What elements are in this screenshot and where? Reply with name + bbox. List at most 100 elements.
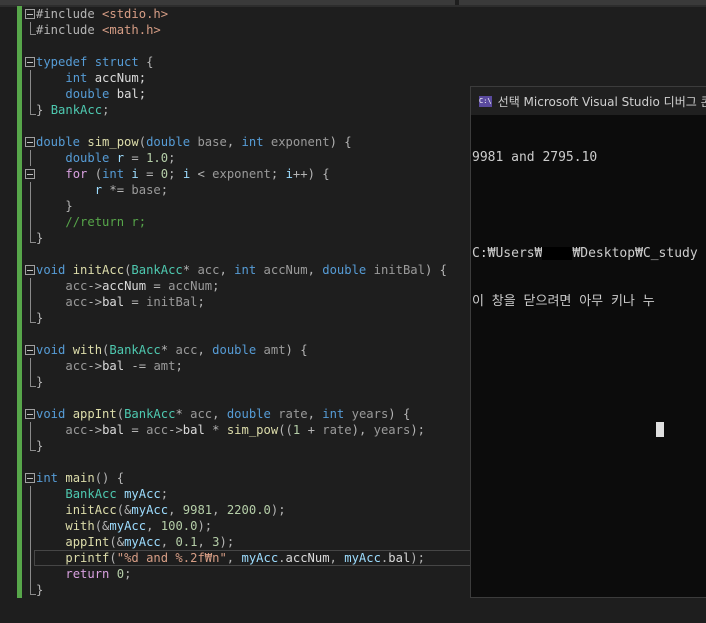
- code-token: double: [146, 135, 198, 149]
- code-token: BankAcc: [50, 103, 103, 117]
- tab-separator: [455, 0, 459, 5]
- code-token: bal: [388, 551, 411, 565]
- code-token: );: [197, 519, 213, 533]
- code-text: with(&myAcc, 100.0);: [36, 518, 212, 534]
- code-text: } BankAcc;: [36, 102, 109, 118]
- code-token: (&: [116, 503, 132, 517]
- fold-guide: [30, 566, 31, 582]
- code-line[interactable]: #include <math.h>: [0, 22, 706, 38]
- code-token: 2200.0: [226, 503, 271, 517]
- code-token: ;: [270, 167, 286, 181]
- code-token: rate: [278, 407, 308, 421]
- code-token: -=: [124, 359, 154, 373]
- code-token: ;: [212, 279, 220, 293]
- code-token: (: [109, 551, 117, 565]
- code-token: acc: [65, 295, 88, 309]
- code-line[interactable]: typedef struct {: [0, 54, 706, 70]
- code-token: years: [351, 407, 389, 421]
- code-text: double bal;: [36, 86, 146, 102]
- code-text: typedef struct {: [36, 54, 153, 70]
- collapse-icon[interactable]: [25, 473, 35, 483]
- fold-guide: [30, 294, 31, 310]
- code-token: void: [36, 343, 73, 357]
- code-text: }: [36, 374, 43, 390]
- code-token: ) {: [329, 135, 352, 149]
- code-token: int: [102, 167, 132, 181]
- collapse-icon[interactable]: [25, 57, 35, 67]
- code-text: double r = 1.0;: [36, 150, 175, 166]
- fold-guide: [30, 550, 31, 566]
- exe-path-line: C:₩Users₩ ₩Desktop₩C_study: [472, 246, 706, 262]
- code-text: appInt(&myAcc, 0.1, 3);: [36, 534, 234, 550]
- code-token: acc: [65, 279, 88, 293]
- collapse-icon[interactable]: [25, 345, 35, 355]
- code-token: initAcc: [65, 503, 117, 517]
- code-token: }: [36, 583, 44, 597]
- code-token: bal: [102, 359, 125, 373]
- collapse-icon[interactable]: [25, 169, 35, 179]
- code-token: ,: [146, 519, 161, 533]
- code-token: ,: [307, 263, 323, 277]
- collapse-icon[interactable]: [25, 9, 35, 19]
- collapse-icon[interactable]: [25, 265, 35, 275]
- code-text: }: [36, 198, 72, 214]
- path-suffix: ₩Desktop₩C_study: [572, 246, 698, 261]
- code-text: printf("%d and %.2f₩n", myAcc.accNum, my…: [36, 550, 425, 566]
- code-token: initBal: [146, 295, 198, 309]
- code-token: initAcc: [72, 263, 125, 277]
- code-text: acc->bal = acc->bal * sim_pow((1 + rate)…: [36, 422, 425, 438]
- code-token: double: [65, 151, 117, 165]
- code-line[interactable]: int accNum;: [0, 70, 706, 86]
- fold-guide: [30, 534, 31, 550]
- code-token: (&: [94, 519, 110, 533]
- code-token: );: [410, 551, 425, 565]
- code-token: return: [65, 567, 117, 581]
- code-token: with: [72, 343, 103, 357]
- fold-guide: [30, 198, 31, 214]
- code-token: acc: [190, 407, 213, 421]
- debug-console-window[interactable]: C:\ 선택 Microsoft Visual Studio 디버그 콘 998…: [470, 86, 706, 598]
- code-token: =: [138, 167, 161, 181]
- code-token: <stdio.h>: [102, 7, 169, 21]
- code-token: (: [138, 135, 147, 149]
- code-token: years: [373, 423, 411, 437]
- code-token: void: [36, 407, 73, 421]
- fold-guide: [30, 422, 31, 438]
- code-line[interactable]: #include <stdio.h>: [0, 6, 706, 22]
- code-token: accNum: [102, 279, 147, 293]
- code-token: //return r;: [65, 215, 147, 229]
- code-token: <math.h>: [102, 23, 161, 37]
- collapse-icon[interactable]: [25, 409, 35, 419]
- code-token: =: [124, 295, 147, 309]
- code-token: 3: [212, 535, 220, 549]
- code-text: r *= base;: [36, 182, 168, 198]
- code-text: BankAcc myAcc;: [36, 486, 168, 502]
- console-title-bar[interactable]: C:\ 선택 Microsoft Visual Studio 디버그 콘: [471, 87, 706, 115]
- code-line[interactable]: [0, 38, 706, 54]
- code-token: ,: [212, 503, 227, 517]
- code-token: ;: [175, 359, 183, 373]
- code-token: .: [278, 551, 286, 565]
- code-token: ,: [168, 503, 183, 517]
- code-token: }: [36, 375, 44, 389]
- code-token: ,: [160, 535, 176, 549]
- code-token: (: [116, 407, 125, 421]
- code-token: double: [36, 135, 88, 149]
- collapse-icon[interactable]: [25, 137, 35, 147]
- code-text: #include <stdio.h>: [36, 6, 168, 22]
- code-token: 0.1: [175, 535, 198, 549]
- code-token: int: [241, 135, 271, 149]
- fold-guide: [30, 182, 31, 198]
- code-token: BankAcc: [65, 487, 125, 501]
- code-token: sim_pow: [226, 423, 279, 437]
- code-text: }: [36, 438, 43, 454]
- fold-guide: [30, 70, 31, 86]
- code-token: (&: [109, 535, 125, 549]
- code-text: }: [36, 582, 43, 598]
- code-text: initAcc(&myAcc, 9981, 2200.0);: [36, 502, 285, 518]
